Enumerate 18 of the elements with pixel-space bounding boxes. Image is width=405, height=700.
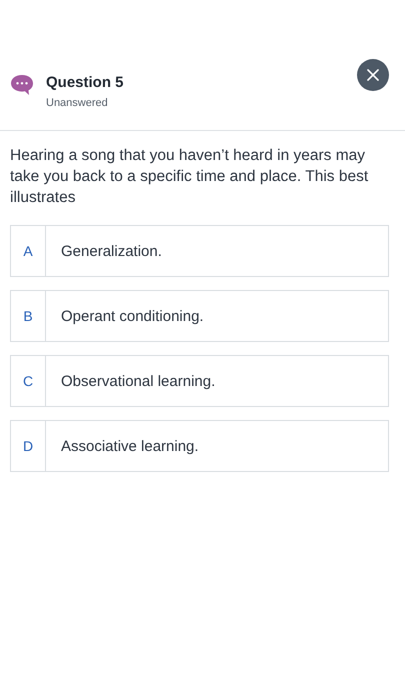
question-status: Unanswered: [46, 97, 109, 109]
answer-option[interactable]: D Associative learning.: [10, 420, 389, 472]
answer-option[interactable]: C Observational learning.: [10, 355, 389, 407]
option-text: Observational learning.: [60, 372, 216, 392]
option-text: Associative learning.: [60, 436, 199, 456]
close-icon: [367, 69, 379, 81]
chat-bubble-icon: [10, 74, 34, 96]
option-text: Generalization.: [60, 242, 162, 262]
question-title: Question 5: [46, 73, 124, 93]
option-letter: C: [11, 356, 46, 406]
close-button[interactable]: [357, 59, 389, 91]
option-letter: B: [11, 291, 46, 341]
option-letter: A: [11, 226, 46, 276]
option-text: Operant conditioning.: [60, 306, 204, 326]
answer-option[interactable]: B Operant conditioning.: [10, 290, 389, 342]
option-letter: D: [11, 421, 46, 471]
answer-option[interactable]: A Generalization.: [10, 225, 389, 277]
question-text: Hearing a song that you haven’t heard in years may take you back to a specific time and place. This best illustrates: [9, 146, 370, 208]
